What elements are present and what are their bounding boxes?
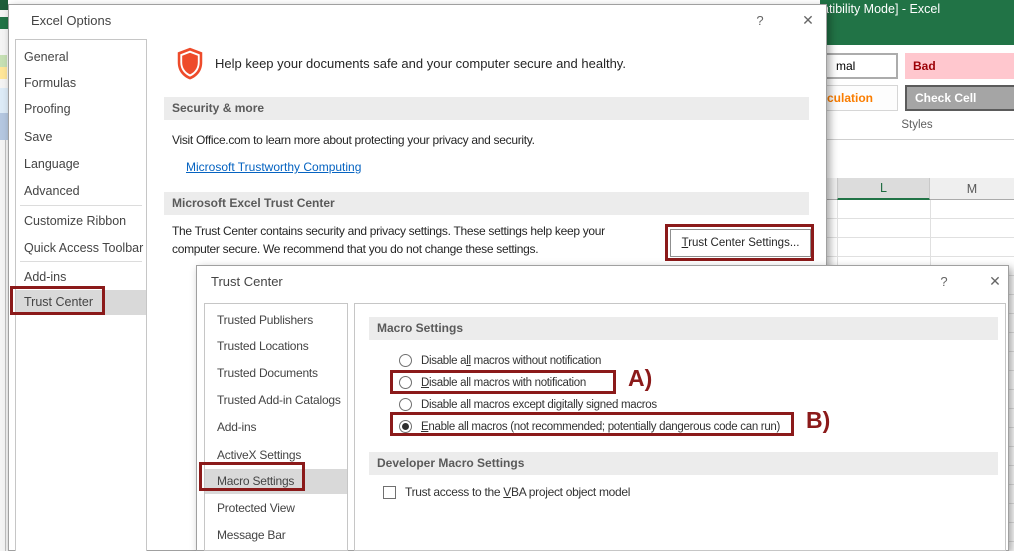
styles-group-label: Styles (820, 119, 1014, 131)
radio-icon[interactable] (399, 354, 412, 367)
column-header-row: L M (820, 178, 1014, 200)
style-gallery-calculation[interactable]: culation (822, 85, 898, 111)
section-excel-trust-center: Microsoft Excel Trust Center (164, 192, 809, 215)
divider (20, 205, 142, 206)
sidebar-item-customize-ribbon[interactable]: Customize Ribbon (16, 208, 146, 234)
radio-disable-without-notification[interactable]: Disable all macros without notification (399, 354, 601, 367)
excel-ribbon-styles-group: mal Bad culation Check Cell Styles (820, 45, 1014, 140)
annotation-label-b: B) (806, 407, 830, 434)
divider (20, 261, 142, 262)
radio-icon[interactable] (399, 398, 412, 411)
radio-label: Disable all macros except digitally sign… (421, 399, 657, 411)
annotation-box-trust-center-item (10, 286, 105, 315)
sidebar-item-general[interactable]: General (16, 44, 146, 70)
style-gallery-check-cell[interactable]: Check Cell (905, 85, 1014, 111)
ribbon-fragment (0, 0, 8, 10)
checkbox-label: Trust access to the VBA project object m… (405, 485, 630, 499)
annotation-box-macro-settings-item (199, 462, 305, 491)
annotation-box-option-a (390, 370, 616, 394)
trust-center-dialog: Trust Center ? ✕ Trusted Publishers Trus… (196, 265, 1009, 551)
annotation-box-option-b (390, 412, 794, 436)
trust-center-description-line2: computer secure. We recommend that you d… (172, 242, 538, 256)
column-header-m[interactable]: M (930, 178, 1014, 200)
dialog-title: Excel Options (31, 13, 111, 28)
annotation-box-trust-center-settings-button (665, 224, 814, 261)
trust-center-description-line1: The Trust Center contains security and p… (172, 224, 605, 238)
ribbon-fragment (0, 55, 7, 67)
sidebar-item-language[interactable]: Language (16, 151, 146, 177)
section-macro-settings: Macro Settings (369, 317, 998, 340)
tc-item-trusted-documents[interactable]: Trusted Documents (205, 361, 347, 385)
screenshot-stage: atibility Mode] - Excel mal Bad culation… (0, 0, 1014, 551)
trust-center-sidebar: Trusted Publishers Trusted Locations Tru… (204, 303, 348, 551)
radio-disable-except-signed[interactable]: Disable all macros except digitally sign… (399, 398, 657, 411)
sidebar-item-save[interactable]: Save (16, 124, 146, 150)
checkbox-icon[interactable] (383, 486, 396, 499)
ribbon-fragment (0, 88, 8, 113)
sidebar-item-proofing[interactable]: Proofing (16, 96, 146, 122)
tc-item-protected-view[interactable]: Protected View (205, 496, 347, 520)
help-button[interactable]: ? (935, 274, 953, 289)
tc-item-trusted-locations[interactable]: Trusted Locations (205, 334, 347, 358)
sidebar-item-quick-access-toolbar[interactable]: Quick Access Toolbar (16, 235, 146, 261)
tc-item-message-bar[interactable]: Message Bar (205, 523, 347, 547)
ribbon-fragment (0, 67, 7, 79)
background-excel-left-sliver (0, 0, 8, 551)
column-header-l[interactable]: L (837, 178, 930, 200)
shield-icon (176, 47, 204, 80)
tc-item-trusted-publishers[interactable]: Trusted Publishers (205, 308, 347, 332)
annotation-label-a: A) (628, 365, 652, 392)
sidebar-item-formulas[interactable]: Formulas (16, 70, 146, 96)
vba-access-checkbox-row[interactable]: Trust access to the VBA project object m… (383, 485, 630, 499)
section-developer-macro-settings: Developer Macro Settings (369, 452, 998, 475)
style-gallery-normal[interactable]: mal (822, 53, 898, 79)
section-security-and-more: Security & more (164, 97, 809, 120)
help-button[interactable]: ? (751, 13, 769, 28)
tc-item-trusted-addin-catalogs[interactable]: Trusted Add-in Catalogs (205, 388, 347, 412)
excel-title-bar: atibility Mode] - Excel (820, 0, 1014, 45)
close-icon[interactable]: ✕ (798, 12, 818, 29)
divider (5, 140, 6, 551)
ribbon-fragment (0, 113, 8, 140)
close-icon[interactable]: ✕ (985, 273, 1005, 290)
excel-window-title: atibility Mode] - Excel (822, 2, 940, 16)
radio-label: Disable all macros without notification (421, 355, 601, 367)
sidebar-item-advanced[interactable]: Advanced (16, 178, 146, 204)
security-text: Visit Office.com to learn more about pro… (172, 133, 535, 147)
dialog-title: Trust Center (211, 274, 283, 289)
safety-intro-text: Help keep your documents safe and your c… (215, 56, 626, 71)
tc-item-add-ins[interactable]: Add-ins (205, 415, 347, 439)
style-gallery-bad[interactable]: Bad (905, 53, 1014, 79)
trustworthy-computing-link[interactable]: Microsoft Trustworthy Computing (186, 160, 361, 174)
ribbon-fragment (0, 17, 8, 29)
